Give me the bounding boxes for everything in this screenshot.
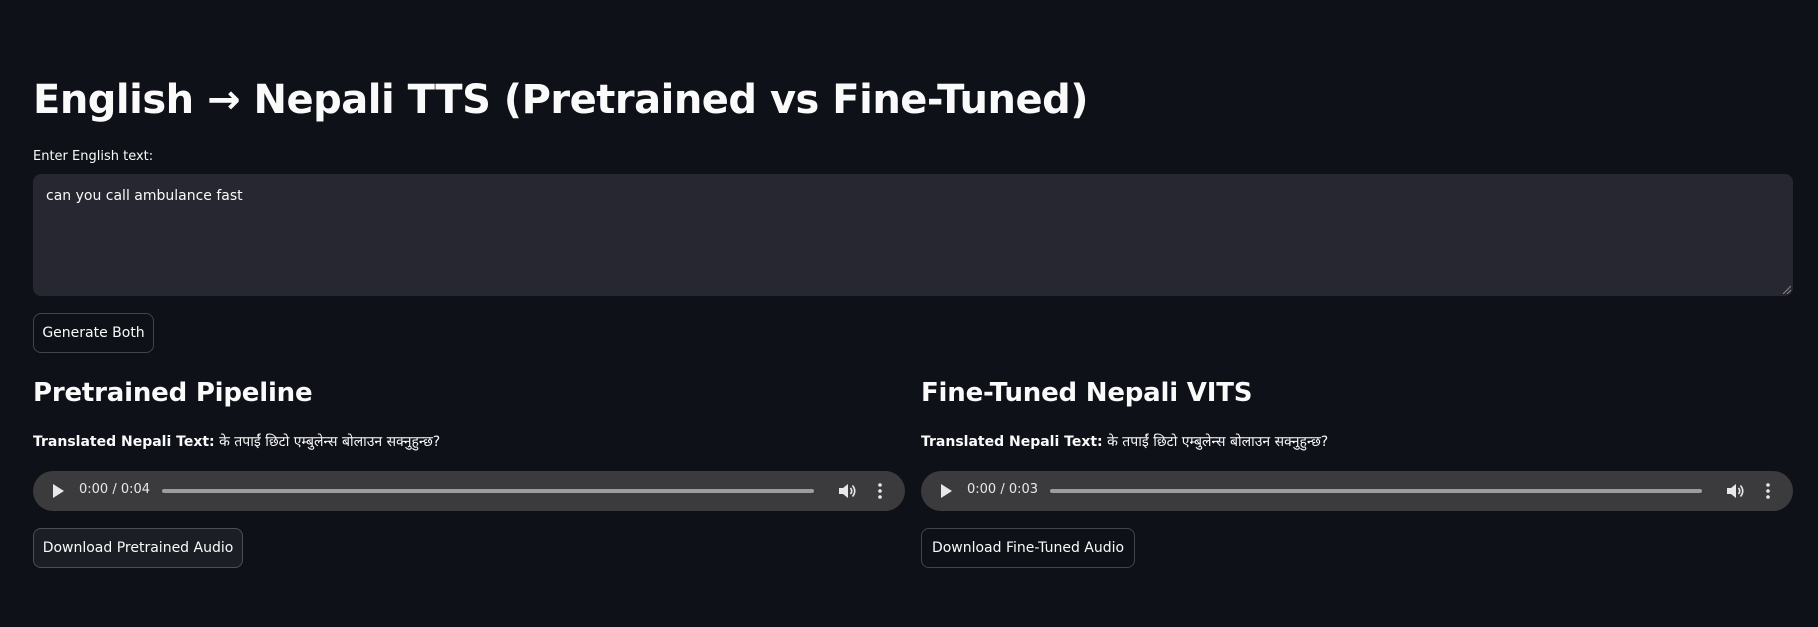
download-finetuned-button[interactable]: Download Fine-Tuned Audio [921,528,1135,568]
finetuned-translated-label: Translated Nepali Text: [921,434,1103,450]
more-vertical-icon[interactable] [1766,482,1770,500]
page-title: English → Nepali TTS (Pretrained vs Fine… [33,77,1089,123]
finetuned-translated-text: Translated Nepali Text: के तपाईं छिटो एम… [921,432,1328,451]
pretrained-audio-time: 0:00 / 0:04 [79,482,151,497]
generate-both-button[interactable]: Generate Both [33,313,154,353]
text-input-label: Enter English text: [33,149,154,164]
finetuned-audio-time: 0:00 / 0:03 [967,482,1039,497]
resize-grip-icon[interactable] [1783,286,1791,294]
volume-icon[interactable] [838,483,856,499]
pretrained-audio-progress[interactable] [162,489,814,493]
play-icon[interactable] [53,484,64,498]
pretrained-translated-value: के तपाईं छिटो एम्बुलेन्स बोलाउन सक्नुहुन… [219,434,441,450]
english-text-value: can you call ambulance fast [46,188,243,204]
pretrained-translated-label: Translated Nepali Text: [33,434,215,450]
finetuned-translated-value: के तपाईं छिटो एम्बुलेन्स बोलाउन सक्नुहुन… [1107,434,1329,450]
play-icon[interactable] [941,484,952,498]
pretrained-heading: Pretrained Pipeline [33,378,313,408]
more-vertical-icon[interactable] [878,482,882,500]
finetuned-audio-progress[interactable] [1050,489,1702,493]
download-pretrained-button[interactable]: Download Pretrained Audio [33,528,243,568]
app-page: English → Nepali TTS (Pretrained vs Fine… [0,0,1818,627]
english-text-input[interactable]: can you call ambulance fast [33,174,1793,296]
pretrained-translated-text: Translated Nepali Text: के तपाईं छिटो एम… [33,432,440,451]
pretrained-audio-player[interactable]: 0:00 / 0:04 [33,471,905,511]
volume-icon[interactable] [1726,483,1744,499]
finetuned-heading: Fine-Tuned Nepali VITS [921,378,1253,408]
finetuned-audio-player[interactable]: 0:00 / 0:03 [921,471,1793,511]
